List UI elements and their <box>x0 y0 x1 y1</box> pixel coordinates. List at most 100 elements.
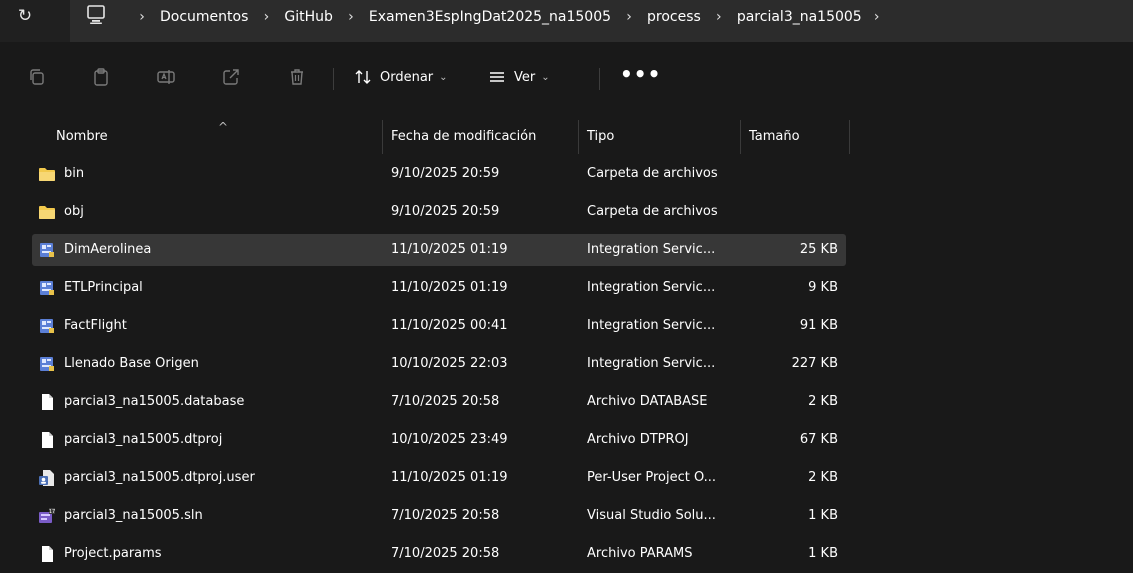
column-header-type[interactable]: Tipo <box>587 120 614 154</box>
file-row[interactable]: bin 9/10/2025 20:59 Carpeta de archivos <box>32 158 846 190</box>
file-size <box>732 158 838 190</box>
address-bar[interactable]: › Documentos › GitHub › Examen3EspIngDat… <box>70 0 1133 42</box>
file-size: 1 KB <box>808 546 838 561</box>
file-date-modified: 9/10/2025 20:59 <box>391 204 500 219</box>
breadcrumb-separator[interactable]: › <box>701 5 737 29</box>
view-list-icon <box>490 72 504 82</box>
file-type: Per-User Project O... <box>587 470 717 485</box>
breadcrumb-separator[interactable]: › <box>333 5 369 29</box>
breadcrumb-separator[interactable]: › <box>611 5 647 29</box>
file-date-modified: 7/10/2025 20:58 <box>391 508 500 523</box>
this-pc-icon[interactable] <box>84 3 108 27</box>
file-name: bin <box>64 166 85 181</box>
paste-button[interactable] <box>88 64 114 90</box>
file-explorer-window: ↻ › Documentos › GitHub › Examen3EspIngD… <box>0 0 1133 573</box>
file-date-modified: 7/10/2025 20:58 <box>391 546 500 561</box>
file-date-modified: 10/10/2025 22:03 <box>391 356 508 371</box>
file-icon <box>42 546 53 562</box>
user-project-file-icon <box>39 470 54 486</box>
ssis-package-icon <box>40 319 54 333</box>
file-row[interactable]: obj 9/10/2025 20:59 Carpeta de archivos <box>32 196 846 228</box>
folder-icon <box>39 168 55 181</box>
breadcrumb-separator[interactable]: › <box>124 5 160 29</box>
file-row[interactable]: Llenado Base Origen 10/10/2025 22:03 Integ… <box>32 348 846 380</box>
file-date-modified: 11/10/2025 01:19 <box>391 280 508 295</box>
file-row[interactable]: parcial3_na15005.database 7/10/2025 20:58… <box>32 386 846 418</box>
breadcrumb-item-parcial3[interactable]: parcial3_na15005 <box>737 5 862 29</box>
refresh-icon[interactable]: ↻ <box>14 4 36 28</box>
file-type: Archivo DATABASE <box>587 394 708 409</box>
breadcrumb-item-examen3[interactable]: Examen3EspIngDat2025_na15005 <box>369 5 611 29</box>
file-name: ETLPrincipal <box>64 280 143 295</box>
file-size <box>732 196 838 228</box>
view-label: Ver <box>514 69 536 85</box>
ssis-package-icon <box>40 243 54 257</box>
column-divider[interactable] <box>740 120 741 154</box>
sort-ascending-icon: ^ <box>218 120 229 134</box>
column-header-size[interactable]: Tamaño <box>749 120 800 154</box>
file-row[interactable]: parcial3_na15005.dtproj 10/10/2025 23:49 A… <box>32 424 846 456</box>
file-type: Integration Servic... <box>587 318 716 333</box>
file-size: 1 KB <box>808 508 838 523</box>
file-name: DimAerolinea <box>64 242 152 257</box>
breadcrumb-item-documentos[interactable]: Documentos <box>160 5 248 29</box>
file-size: 2 KB <box>808 394 838 409</box>
file-date-modified: 10/10/2025 23:49 <box>391 432 508 447</box>
file-size: 227 KB <box>791 356 838 371</box>
address-bar-area: ↻ › Documentos › GitHub › Examen3EspIngD… <box>0 0 1133 42</box>
paste-icon <box>94 68 108 86</box>
file-row[interactable]: DimAerolinea 11/10/2025 01:19 Integration … <box>32 234 846 266</box>
file-name: FactFlight <box>64 318 127 333</box>
rename-button[interactable] <box>153 64 179 90</box>
file-date-modified: 11/10/2025 01:19 <box>391 470 508 485</box>
visual-studio-solution-icon: 17 <box>39 508 55 523</box>
file-name: Project.params <box>64 546 162 561</box>
file-type: Carpeta de archivos <box>587 204 718 219</box>
breadcrumb-separator[interactable]: › <box>862 5 892 29</box>
file-name: parcial3_na15005.dtproj <box>64 432 223 447</box>
ssis-package-icon <box>40 357 54 371</box>
sort-label: Ordenar <box>380 69 434 85</box>
file-date-modified: 11/10/2025 01:19 <box>391 242 508 257</box>
file-date-modified: 11/10/2025 00:41 <box>391 318 508 333</box>
file-type: Archivo DTPROJ <box>587 432 689 447</box>
file-row[interactable]: parcial3_na15005.dtproj.user 11/10/2025 0… <box>32 462 846 494</box>
view-button[interactable]: Ver ⌄ <box>488 64 550 90</box>
file-size: 25 KB <box>799 242 838 257</box>
file-row[interactable]: 17 parcial3_na15005.sln 7/10/2025 20:58 Vis… <box>32 500 846 532</box>
column-divider[interactable] <box>382 120 383 154</box>
svg-text:17: 17 <box>49 509 55 515</box>
more-options-button[interactable]: ••• <box>620 64 660 90</box>
column-header-date[interactable]: Fecha de modificación <box>391 120 536 154</box>
file-row[interactable]: ETLPrincipal 11/10/2025 01:19 Integration … <box>32 272 846 304</box>
sort-icon <box>355 70 371 84</box>
file-date-modified: 7/10/2025 20:58 <box>391 394 500 409</box>
command-bar: Ordenar ⌄ Ver ⌄ ••• <box>0 42 1133 120</box>
sort-button[interactable]: Ordenar ⌄ <box>354 64 448 90</box>
share-icon <box>223 69 239 85</box>
file-size: 67 KB <box>799 432 838 447</box>
file-name: parcial3_na15005.sln <box>64 508 203 523</box>
column-divider[interactable] <box>578 120 579 154</box>
delete-icon <box>291 69 303 85</box>
column-header-name[interactable]: Nombre <box>56 120 108 154</box>
file-size: 2 KB <box>808 470 838 485</box>
breadcrumb-item-github[interactable]: GitHub <box>284 5 333 29</box>
breadcrumb-separator[interactable]: › <box>248 5 284 29</box>
file-icon <box>42 432 53 448</box>
breadcrumb: › Documentos › GitHub › Examen3EspIngDat… <box>124 5 892 29</box>
ssis-package-icon <box>40 281 54 295</box>
file-icon <box>42 394 53 410</box>
file-name: parcial3_na15005.database <box>64 394 245 409</box>
column-divider[interactable] <box>849 120 850 154</box>
file-row[interactable]: Project.params 7/10/2025 20:58 Archivo PAR… <box>32 538 846 570</box>
share-button[interactable] <box>218 64 244 90</box>
copy-button[interactable] <box>24 64 50 90</box>
delete-button[interactable] <box>284 64 310 90</box>
breadcrumb-item-process[interactable]: process <box>647 5 701 29</box>
file-name: obj <box>64 204 84 219</box>
file-row[interactable]: FactFlight 11/10/2025 00:41 Integration Se… <box>32 310 846 342</box>
file-name: parcial3_na15005.dtproj.user <box>64 470 255 485</box>
folder-icon <box>39 206 55 219</box>
rename-icon <box>157 70 175 84</box>
